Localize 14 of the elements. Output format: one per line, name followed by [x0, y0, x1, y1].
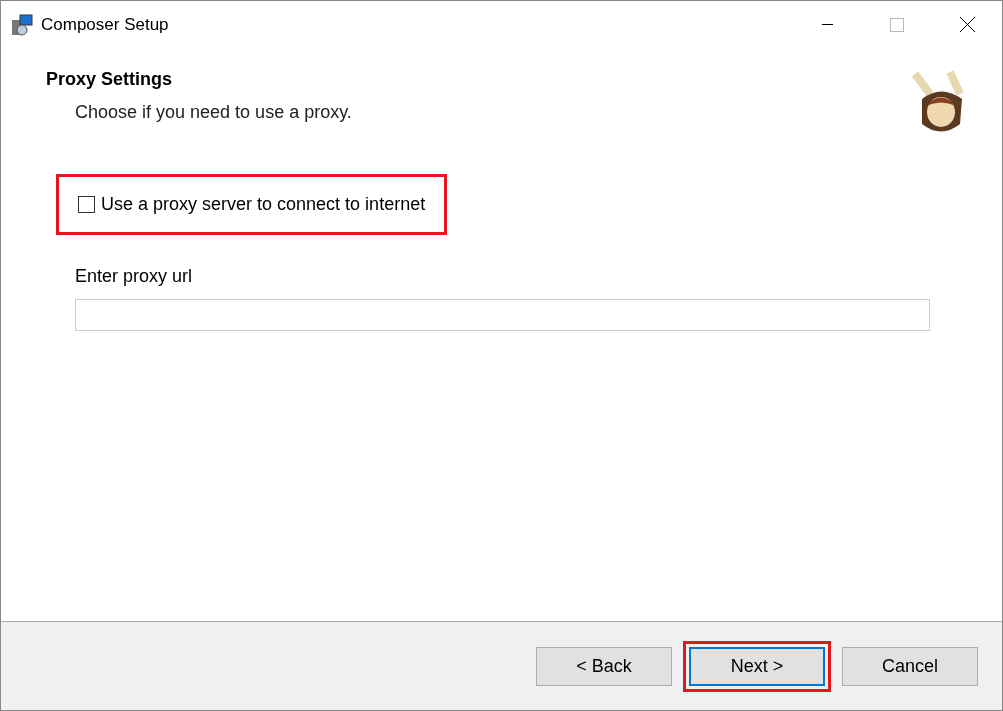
installer-icon: [11, 13, 33, 36]
proxy-url-field[interactable]: [75, 299, 930, 331]
page-title: Proxy Settings: [46, 68, 174, 91]
proxy-url-label: Enter proxy url: [75, 265, 194, 288]
proxy-checkbox-row[interactable]: Use a proxy server to connect to internet: [56, 174, 448, 235]
wizard-button[interactable]: Next >: [689, 646, 825, 686]
checkbox[interactable]: [78, 196, 95, 213]
wizard-button[interactable]: < Back: [536, 646, 672, 686]
window-title: Composer Setup: [41, 13, 169, 36]
maximize-icon: [890, 17, 904, 32]
page-subtitle: Choose if you need to use a proxy.: [74, 101, 352, 124]
minimize-icon: [821, 24, 833, 25]
wizard-button[interactable]: Cancel: [842, 646, 978, 686]
close-icon: [959, 17, 975, 32]
